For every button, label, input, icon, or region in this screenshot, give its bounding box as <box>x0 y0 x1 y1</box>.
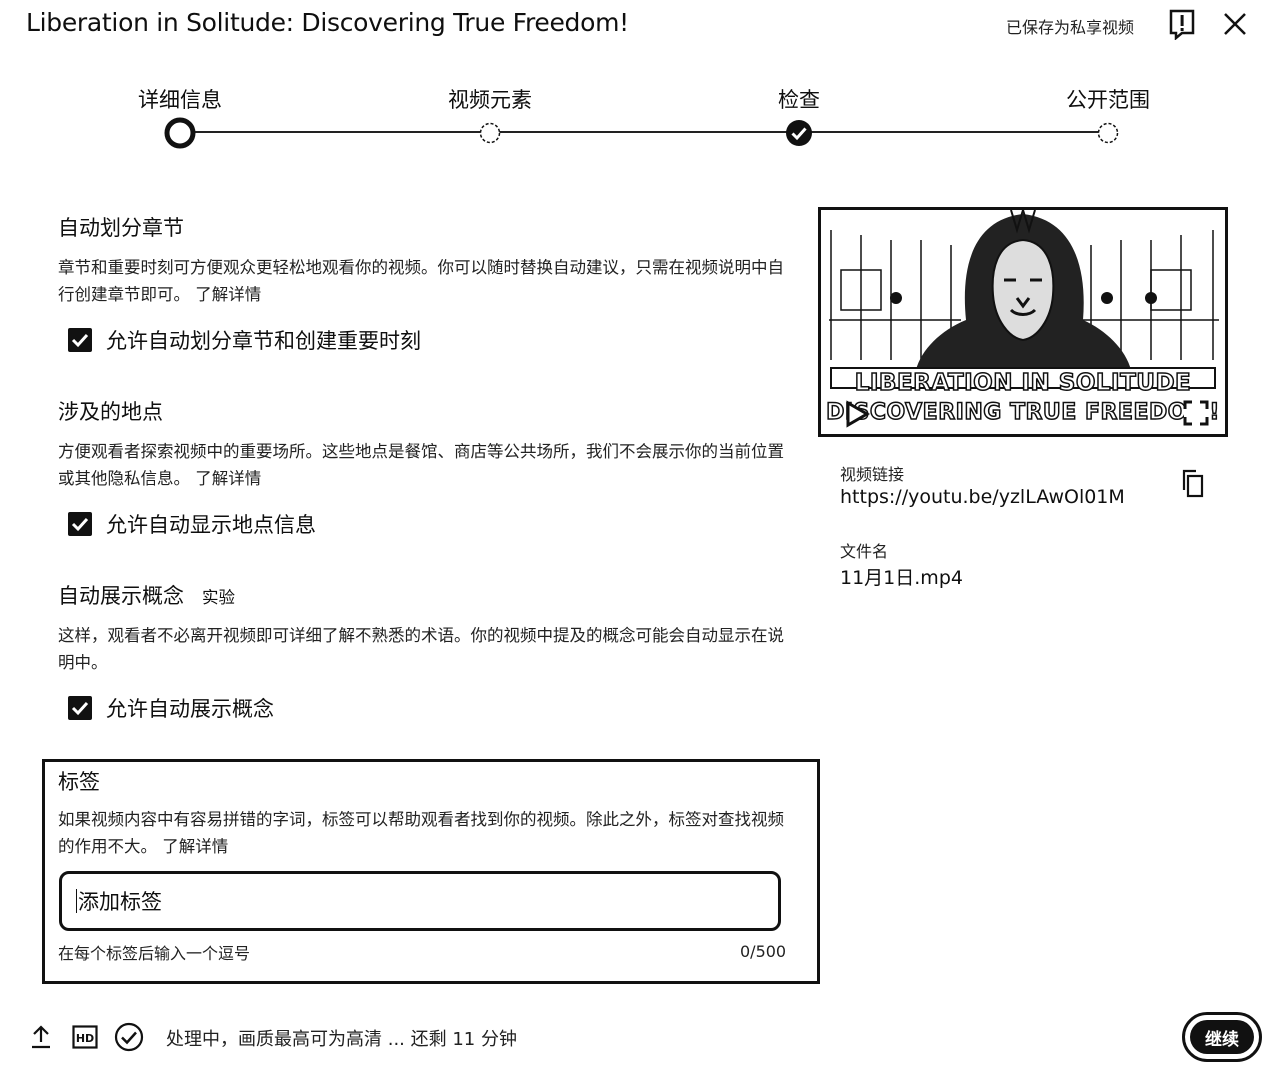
step-checks-label[interactable]: 检查 <box>778 84 820 114</box>
chapters-learn-more-link[interactable]: 了解详情 <box>195 285 261 304</box>
concepts-checkbox[interactable] <box>68 696 92 720</box>
chapters-checkbox-row[interactable]: 允许自动划分章节和创建重要时刻 <box>68 327 421 353</box>
places-checkbox[interactable] <box>68 512 92 536</box>
tags-character-count: 0/500 <box>740 942 787 961</box>
svg-text:HD: HD <box>76 1032 94 1045</box>
places-title: 涉及的地点 <box>58 400 163 424</box>
tags-description: 如果视频内容中有容易拼错的字词，标签可以帮助观看者找到你的视频。除此之外，标签对… <box>58 806 788 860</box>
chapters-checkbox[interactable] <box>68 328 92 352</box>
concepts-title-row: 自动展示概念 实验 <box>58 580 235 610</box>
thumbnail-title-line1: LIBERATION IN SOLITUDE <box>854 369 1192 397</box>
continue-button-label: 继续 <box>1190 1020 1254 1054</box>
stepper-track <box>180 131 1108 133</box>
concepts-description: 这样，观看者不必离开视频即可详细了解不熟悉的术语。你的视频中提及的概念可能会自动… <box>58 626 784 672</box>
fullscreen-icon[interactable] <box>1183 400 1209 426</box>
checkmark-icon <box>71 701 89 716</box>
tags-input-placeholder: 添加标签 <box>78 890 162 914</box>
concepts-checkbox-row[interactable]: 允许自动展示概念 <box>68 695 274 721</box>
tags-learn-more-link[interactable]: 了解详情 <box>162 837 228 856</box>
step-checks-done-icon[interactable] <box>785 119 813 147</box>
concepts-title: 自动展示概念 <box>58 584 184 608</box>
places-description: 方便观看者探索视频中的重要场所。这些地点是餐馆、商店等公共场所，我们不会展示你的… <box>58 438 788 492</box>
chapters-description-text: 章节和重要时刻可方便观众更轻松地观看你的视频。你可以随时替换自动建议，只需在视频… <box>58 258 784 304</box>
places-checkbox-label: 允许自动显示地点信息 <box>106 513 316 537</box>
video-preview[interactable]: LIBERATION IN SOLITUDE DISCOVERING TRUE … <box>818 207 1228 437</box>
places-checkbox-row[interactable]: 允许自动显示地点信息 <box>68 511 316 537</box>
step-visibility-label[interactable]: 公开范围 <box>1066 84 1150 114</box>
step-details-current-icon[interactable] <box>164 117 196 149</box>
tags-input[interactable]: 添加标签 <box>59 871 781 931</box>
video-link-label: 视频链接 <box>840 465 905 484</box>
concepts-checkbox-label: 允许自动展示概念 <box>106 697 274 721</box>
copy-icon[interactable] <box>1180 468 1204 498</box>
play-icon[interactable] <box>843 400 871 428</box>
step-video-elements-pending-icon[interactable] <box>479 122 501 144</box>
upload-icon <box>32 1025 50 1049</box>
filename-label: 文件名 <box>840 542 889 561</box>
video-link[interactable]: https://youtu.be/yzlLAwOl01M <box>840 486 1125 508</box>
thumbnail-title-line2: DISCOVERING TRUE FREEDOM! <box>825 399 1220 426</box>
tags-title: 标签 <box>58 770 100 794</box>
chapters-checkbox-label: 允许自动划分章节和创建重要时刻 <box>106 329 421 353</box>
check-circle-icon <box>114 1022 144 1052</box>
filename-value: 11月1日.mp4 <box>840 567 963 589</box>
tags-hint: 在每个标签后输入一个逗号 <box>58 944 251 963</box>
close-icon[interactable] <box>1222 11 1248 37</box>
step-video-elements-label[interactable]: 视频元素 <box>448 84 532 114</box>
checkmark-icon <box>71 333 89 348</box>
text-caret <box>76 889 77 913</box>
chapters-description: 章节和重要时刻可方便观众更轻松地观看你的视频。你可以随时替换自动建议，只需在视频… <box>58 254 788 308</box>
hd-icon: HD <box>72 1025 98 1049</box>
experimental-badge: 实验 <box>202 588 235 607</box>
places-learn-more-link[interactable]: 了解详情 <box>195 469 261 488</box>
places-description-text: 方便观看者探索视频中的重要场所。这些地点是餐馆、商店等公共场所，我们不会展示你的… <box>58 442 784 488</box>
continue-button[interactable]: 继续 <box>1182 1012 1262 1062</box>
processing-status: 处理中，画质最高可为高清 ... 还剩 11 分钟 <box>166 1029 517 1050</box>
chapters-title: 自动划分章节 <box>58 216 184 240</box>
feedback-icon[interactable] <box>1168 8 1196 40</box>
step-details-label[interactable]: 详细信息 <box>138 84 222 114</box>
checkmark-icon <box>71 517 89 532</box>
saved-status: 已保存为私享视频 <box>1006 18 1135 37</box>
dialog-title: Liberation in Solitude: Discovering True… <box>26 8 629 37</box>
step-visibility-pending-icon[interactable] <box>1097 122 1119 144</box>
